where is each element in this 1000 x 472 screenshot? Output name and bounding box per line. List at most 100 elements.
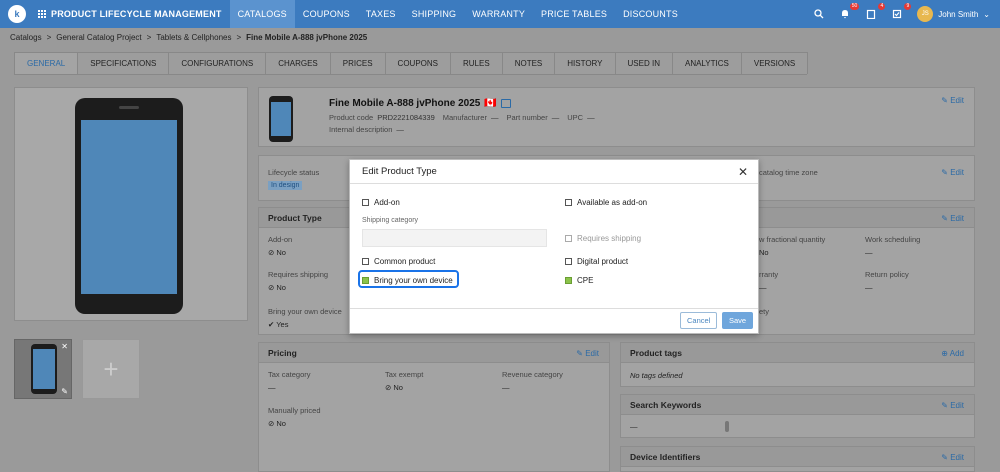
tab-analytics[interactable]: ANALYTICS [671, 52, 742, 74]
chevron-down-icon: ⌄ [983, 9, 990, 19]
available-as-addon-label: Available as add-on [577, 198, 648, 207]
tasks-icon[interactable]: 4 [865, 3, 886, 20]
checkbox-box [362, 199, 369, 206]
product-code-label: Product code [329, 113, 374, 122]
tab-configurations[interactable]: CONFIGURATIONS [168, 52, 267, 74]
bell-icon[interactable]: 50 [839, 3, 860, 20]
nav-coupons[interactable]: COUPONS [295, 0, 358, 28]
tab-charges[interactable]: CHARGES [265, 52, 331, 74]
upc-value: — [587, 113, 595, 122]
close-icon[interactable]: ✕ [61, 342, 68, 351]
nav-shipping[interactable]: SHIPPING [404, 0, 465, 28]
cancel-button[interactable]: Cancel [680, 312, 718, 329]
device-identifiers-title: Device Identifiers [630, 451, 701, 462]
return-policy-label: Return policy [865, 270, 909, 279]
addon-checkbox[interactable]: Add-on [362, 198, 400, 207]
part-number-label: Part number [506, 113, 548, 122]
app-logo[interactable]: k [8, 5, 26, 23]
tags-empty-text: No tags defined [630, 371, 683, 380]
part-number-value: — [551, 113, 560, 122]
keywords-value: — [630, 422, 638, 431]
revenue-category-value: — [502, 383, 510, 392]
requires-shipping-checkbox[interactable]: Requires shipping [565, 234, 641, 243]
scrollbar[interactable] [725, 421, 729, 432]
digital-product-checkbox[interactable]: Digital product [565, 257, 628, 266]
requires-shipping-label: Requires shipping [577, 234, 642, 243]
manually-priced-label: Manually priced [268, 406, 321, 415]
thumbnail[interactable]: ✕ ✎ [14, 339, 72, 399]
pencil-icon[interactable]: ✎ [61, 387, 68, 396]
dialog-footer-divider [350, 308, 758, 309]
pricing-panel: Pricing ✎ Edit Tax category — Tax exempt… [258, 342, 610, 472]
dialog-title: Edit Product Type [362, 166, 437, 177]
product-tabs: GENERAL SPECIFICATIONS CONFIGURATIONS CH… [14, 52, 809, 75]
shipping-category-field[interactable] [362, 229, 547, 247]
cpe-label: CPE [577, 276, 594, 285]
tab-general[interactable]: GENERAL [14, 52, 79, 74]
tab-history[interactable]: HISTORY [554, 52, 616, 74]
tab-specifications[interactable]: SPECIFICATIONS [77, 52, 170, 74]
product-image[interactable] [75, 98, 183, 314]
apps-grid-icon [38, 10, 46, 18]
top-navbar: k PRODUCT LIFECYCLE MANAGEMENT CATALOGS … [0, 0, 1000, 28]
save-button[interactable]: Save [722, 312, 754, 329]
tax-category-label: Tax category [268, 370, 311, 379]
product-tags-title: Product tags [630, 347, 682, 358]
approvals-icon[interactable]: 9 [891, 3, 912, 20]
search-icon[interactable] [813, 8, 825, 20]
tab-notes[interactable]: NOTES [501, 52, 556, 74]
tax-exempt-label: Tax exempt [385, 370, 424, 379]
add-image-button[interactable]: + [82, 339, 140, 399]
pricing-edit-link[interactable]: ✎ Edit [576, 349, 599, 358]
nav-catalogs[interactable]: CATALOGS [229, 0, 295, 28]
return-policy-value: — [865, 283, 873, 292]
catalog-time-zone-label: catalog time zone [759, 168, 818, 177]
tab-rules[interactable]: RULES [450, 52, 503, 74]
work-scheduling-label: Work scheduling [865, 235, 921, 244]
manufacturer-value: — [490, 113, 499, 122]
breadcrumb-category[interactable]: Tablets & Cellphones [156, 33, 231, 42]
cpe-checkbox[interactable]: CPE [565, 276, 593, 285]
nav-discounts[interactable]: DISCOUNTS [615, 0, 686, 28]
approvals-badge: 9 [904, 3, 912, 10]
breadcrumb-separator: > [236, 32, 242, 42]
common-product-checkbox[interactable]: Common product [362, 257, 435, 266]
summary-edit-link[interactable]: ✎ Edit [941, 96, 964, 105]
tab-coupons[interactable]: COUPONS [384, 52, 451, 74]
edit-product-type-dialog: Edit Product Type ✕ Add-on Available as … [349, 159, 759, 334]
checkbox-box [565, 258, 572, 265]
breadcrumb-catalog-project[interactable]: General Catalog Project [56, 33, 141, 42]
product-thumbnail [269, 96, 293, 142]
checkbox-checked [565, 277, 572, 284]
app-title: PRODUCT LIFECYCLE MANAGEMENT [51, 9, 222, 19]
product-name: Fine Mobile A-888 jvPhone 2025 [329, 98, 481, 109]
common-product-label: Common product [374, 257, 436, 266]
tab-used-in[interactable]: USED IN [614, 52, 673, 74]
close-icon[interactable]: ✕ [738, 165, 748, 179]
status-badge: In design [268, 181, 303, 190]
breadcrumb-separator: > [146, 32, 152, 42]
fractional-quantity-value: No [759, 248, 769, 257]
breadcrumb: Catalogs > General Catalog Project > Tab… [0, 28, 1000, 46]
add-tag-button[interactable]: ⊕ Add [941, 349, 964, 358]
tab-versions[interactable]: VERSIONS [740, 52, 809, 74]
nav-taxes[interactable]: TAXES [358, 0, 404, 28]
device-identifiers-edit-link[interactable]: ✎ Edit [941, 453, 964, 462]
pricing-title: Pricing [268, 347, 297, 358]
nav-price-tables[interactable]: PRICE TABLES [533, 0, 615, 28]
tab-prices[interactable]: PRICES [329, 52, 386, 74]
nav-warranty[interactable]: WARRANTY [464, 0, 533, 28]
product-type-edit-link[interactable]: ✎ Edit [941, 214, 964, 223]
breadcrumb-catalogs[interactable]: Catalogs [10, 33, 42, 42]
available-as-addon-checkbox[interactable]: Available as add-on [565, 198, 647, 207]
keywords-edit-link[interactable]: ✎ Edit [941, 401, 964, 410]
fractional-quantity-label: w fractional quantity [759, 235, 826, 244]
tax-category-value: — [268, 383, 276, 392]
user-menu[interactable]: JS John Smith ⌄ [917, 6, 990, 22]
lifecycle-edit-link[interactable]: ✎ Edit [941, 168, 964, 177]
breadcrumb-separator: > [46, 32, 52, 42]
app-switcher[interactable]: PRODUCT LIFECYCLE MANAGEMENT [38, 0, 222, 28]
upc-label: UPC [567, 113, 584, 122]
checkbox-box [565, 235, 572, 242]
digital-product-label: Digital product [577, 257, 629, 266]
